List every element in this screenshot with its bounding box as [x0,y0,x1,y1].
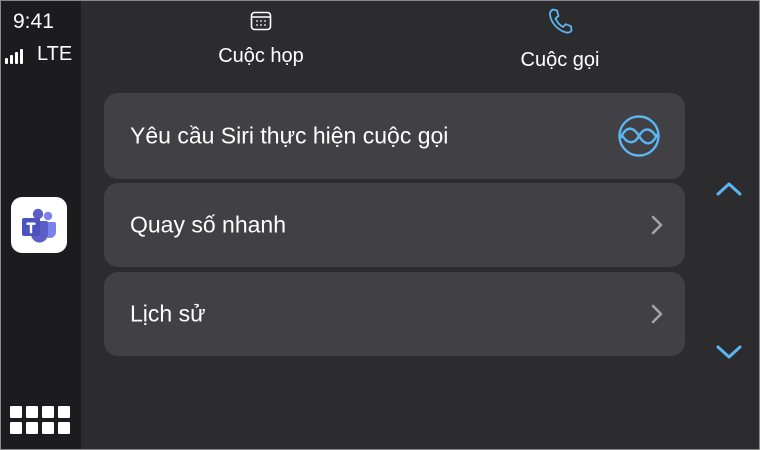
list-item-label: Quay số nhanh [130,211,287,238]
signal-strength-icon [5,44,23,64]
app-grid-icon[interactable] [10,406,70,436]
tab-meetings[interactable]: Cuộc họp [171,7,351,77]
phone-icon [547,7,573,35]
network-type: LTE [37,43,73,65]
list-item-label: Yêu cầu Siri thực hiện cuộc gọi [130,122,449,149]
teams-app-icon[interactable] [11,197,67,253]
chevron-right-icon [651,215,663,235]
chevron-down-icon [716,345,742,359]
list-item-label: Lịch sử [130,300,206,327]
scroll-up-button[interactable] [713,177,745,201]
carplay-sidebar: 9:41 LTE [1,1,81,449]
speed-dial-item[interactable]: Quay số nhanh [104,183,685,267]
tab-label: Cuộc họp [218,45,304,67]
carplay-screen: 9:41 LTE Cuộc họp Cuộc gọi Yêu cầu Siri … [0,0,760,450]
tab-calls[interactable]: Cuộc gọi [470,7,650,77]
scroll-down-button[interactable] [713,340,745,364]
chevron-up-icon [716,182,742,196]
history-item[interactable]: Lịch sử [104,272,685,356]
chevron-right-icon [651,304,663,324]
status-time: 9:41 [13,10,54,33]
siri-call-item[interactable]: Yêu cầu Siri thực hiện cuộc gọi [104,93,685,179]
calendar-icon [249,7,273,35]
tab-label: Cuộc gọi [520,49,600,71]
siri-icon [617,114,661,158]
